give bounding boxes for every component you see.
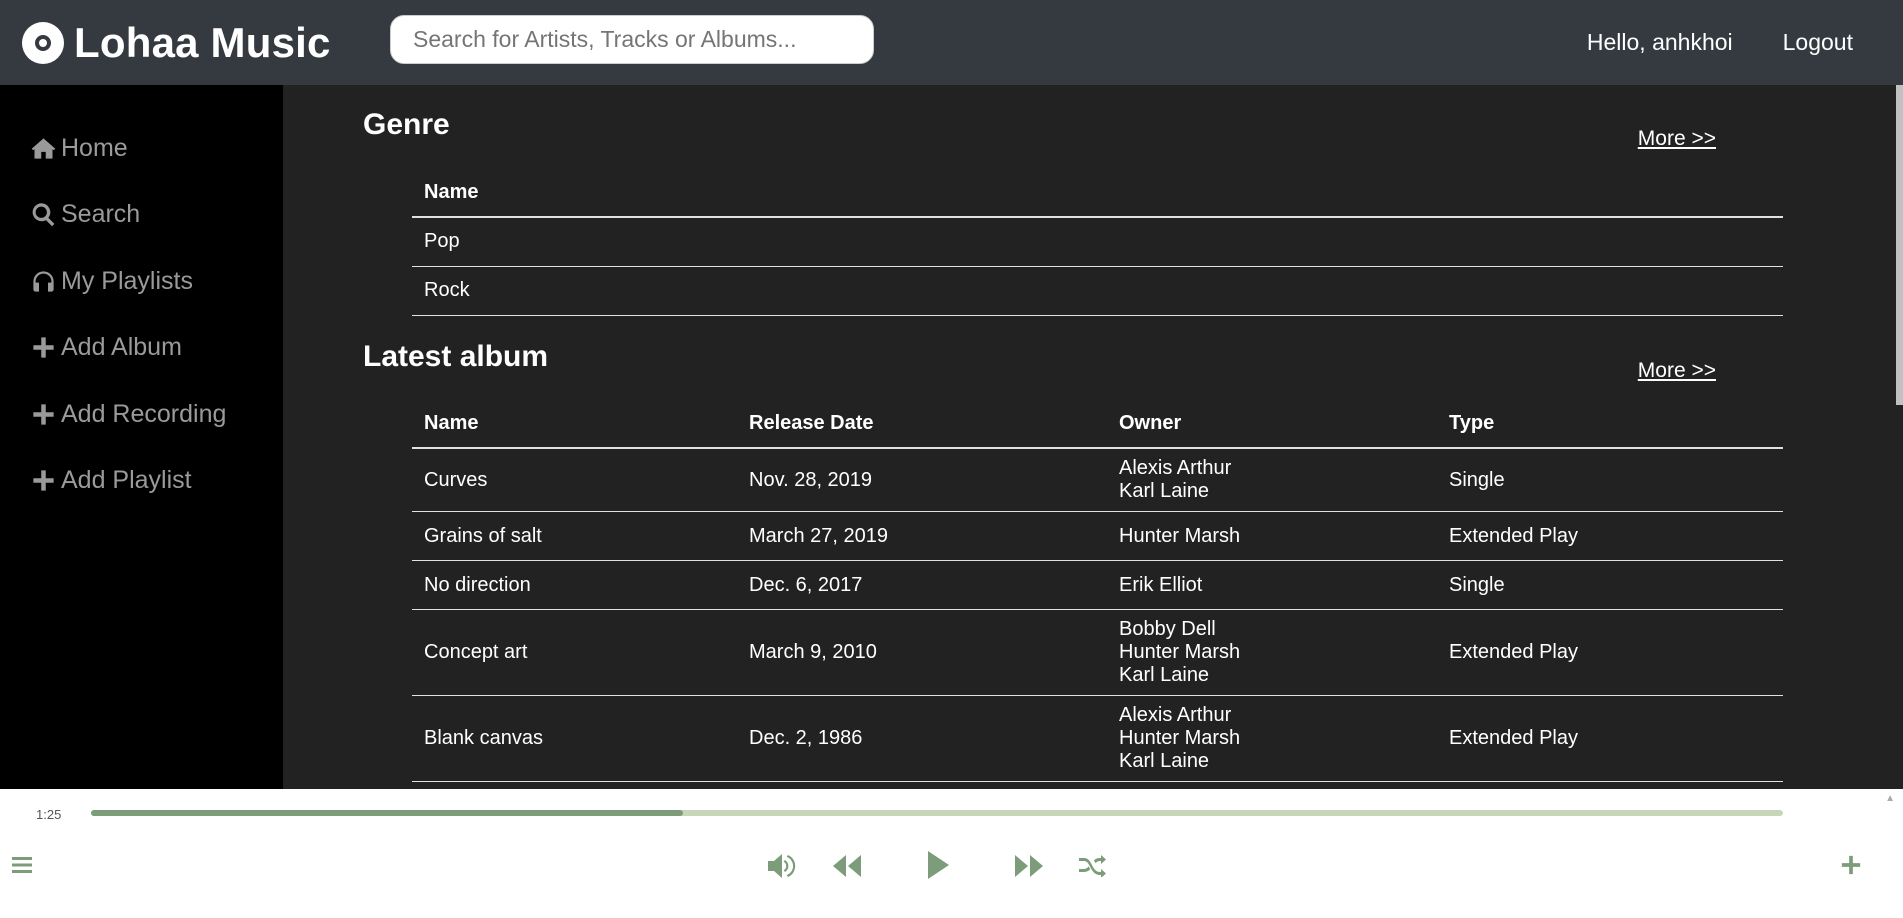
type-cell: Extended Play (1437, 609, 1783, 696)
release-date-cell: Nov. 28, 2019 (737, 448, 1107, 512)
table-header-row: Name (412, 169, 1783, 218)
plus-icon (33, 337, 54, 358)
sidebar: Home Search My Playlists Add Album Add R… (0, 85, 283, 789)
table-row[interactable]: Curves Nov. 28, 2019 Alexis Arthur Karl … (412, 448, 1783, 512)
release-date-cell: Dec. 2, 1986 (737, 695, 1107, 782)
add-icon[interactable] (1840, 854, 1862, 876)
column-header-owner: Owner (1107, 400, 1437, 449)
type-cell: Extended Play (1437, 695, 1783, 782)
sidebar-item-label: Add Album (61, 333, 182, 362)
album-name-cell[interactable]: Curves (412, 448, 737, 512)
table-row[interactable]: Concept art March 9, 2010 Bobby Dell Hun… (412, 609, 1783, 696)
play-icon[interactable] (925, 849, 951, 881)
table-row[interactable]: Rock (412, 266, 1783, 316)
top-navbar: Lohaa Music Hello, anhkhoi Logout (0, 0, 1903, 85)
sidebar-item-my-playlists[interactable]: My Playlists (0, 248, 283, 315)
genre-more-link[interactable]: More >> (1638, 127, 1716, 151)
owner-name[interactable]: Karl Laine (1119, 480, 1425, 503)
type-cell: Single (1437, 448, 1783, 512)
sidebar-item-add-recording[interactable]: Add Recording (0, 381, 283, 448)
sidebar-item-home[interactable]: Home (0, 115, 283, 182)
release-date-cell: March 27, 2019 (737, 511, 1107, 561)
owner-cell: Hunter Marsh (1107, 511, 1437, 561)
headphones-icon (33, 271, 54, 292)
column-header-name: Name (412, 169, 1783, 218)
progress-bar[interactable] (91, 810, 1783, 816)
album-name-cell[interactable]: Grains of salt (412, 511, 737, 561)
table-row[interactable]: Pop (412, 217, 1783, 267)
page-scrollbar[interactable] (1896, 85, 1903, 405)
table-row[interactable]: No direction Dec. 6, 2017 Erik Elliot Si… (412, 560, 1783, 610)
sidebar-item-label: Add Recording (61, 399, 227, 428)
audio-player: 1:25 ▲ (0, 789, 1903, 918)
owner-name[interactable]: Alexis Arthur (1119, 457, 1425, 480)
owner-cell: Erik Elliot (1107, 560, 1437, 610)
search-icon (32, 203, 55, 227)
elapsed-time: 1:25 (36, 807, 62, 822)
release-date-cell: Dec. 6, 2017 (737, 560, 1107, 610)
column-header-type: Type (1437, 400, 1783, 449)
album-name-cell[interactable]: Concept art (412, 609, 737, 696)
home-icon (31, 138, 56, 159)
owner-cell: Bobby Dell Hunter Marsh Karl Laine (1107, 609, 1437, 696)
plus-icon (33, 404, 54, 425)
album-name-cell[interactable]: No direction (412, 560, 737, 610)
owner-cell: Alexis Arthur Hunter Marsh Karl Laine (1107, 695, 1437, 782)
genre-table: Name Pop Rock (412, 169, 1783, 316)
sidebar-item-search[interactable]: Search (0, 182, 283, 249)
owner-name[interactable]: Hunter Marsh (1119, 727, 1425, 750)
sidebar-item-label: Search (61, 200, 141, 229)
owner-name[interactable]: Hunter Marsh (1119, 641, 1425, 664)
plus-icon (33, 470, 54, 491)
genre-name-cell[interactable]: Rock (412, 266, 1783, 316)
shuffle-icon[interactable] (1078, 853, 1106, 877)
brand[interactable]: Lohaa Music (22, 19, 331, 67)
owner-name[interactable]: Alexis Arthur (1119, 704, 1425, 727)
release-date-cell: March 9, 2010 (737, 609, 1107, 696)
owner-name[interactable]: Bobby Dell (1119, 618, 1425, 641)
owner-name[interactable]: Erik Elliot (1119, 574, 1425, 597)
user-menu: Hello, anhkhoi Logout (1587, 0, 1853, 85)
latest-album-section-title: Latest album (363, 340, 549, 373)
album-name-cell[interactable]: Blank canvas (412, 695, 737, 782)
progress-fill (91, 810, 684, 816)
owner-cell: Alexis Arthur Karl Laine (1107, 448, 1437, 512)
owner-name[interactable]: Karl Laine (1119, 664, 1425, 687)
user-greeting-link[interactable]: Hello, anhkhoi (1587, 29, 1733, 56)
sidebar-item-label: Home (61, 133, 128, 162)
scroll-up-arrow-icon[interactable]: ▲ (1885, 793, 1895, 804)
main-content: Genre More >> Name Pop Rock Latest album… (283, 85, 1896, 789)
latest-album-table: Name Release Date Owner Type Curves Nov.… (412, 400, 1783, 782)
volume-icon[interactable] (766, 851, 798, 881)
owner-name[interactable]: Hunter Marsh (1119, 525, 1425, 548)
search-input[interactable] (390, 15, 874, 64)
sidebar-item-label: Add Playlist (61, 466, 192, 495)
sidebar-item-add-playlist[interactable]: Add Playlist (0, 448, 283, 515)
type-cell: Extended Play (1437, 511, 1783, 561)
fast-forward-icon[interactable] (1014, 853, 1044, 879)
sidebar-item-label: My Playlists (61, 266, 193, 295)
albums-more-link[interactable]: More >> (1638, 359, 1716, 383)
owner-name[interactable]: Karl Laine (1119, 750, 1425, 773)
genre-name-cell[interactable]: Pop (412, 217, 1783, 267)
column-header-name: Name (412, 400, 737, 449)
sidebar-item-add-album[interactable]: Add Album (0, 315, 283, 382)
table-header-row: Name Release Date Owner Type (412, 400, 1783, 449)
vinyl-logo-icon (22, 21, 64, 64)
column-header-release-date: Release Date (737, 400, 1107, 449)
rewind-icon[interactable] (832, 853, 862, 879)
table-row[interactable]: Grains of salt March 27, 2019 Hunter Mar… (412, 511, 1783, 561)
brand-name: Lohaa Music (74, 18, 331, 66)
logout-link[interactable]: Logout (1783, 29, 1853, 56)
genre-section-title: Genre (363, 108, 450, 141)
table-row[interactable]: Blank canvas Dec. 2, 1986 Alexis Arthur … (412, 695, 1783, 782)
menu-icon[interactable] (10, 853, 34, 877)
type-cell: Single (1437, 560, 1783, 610)
